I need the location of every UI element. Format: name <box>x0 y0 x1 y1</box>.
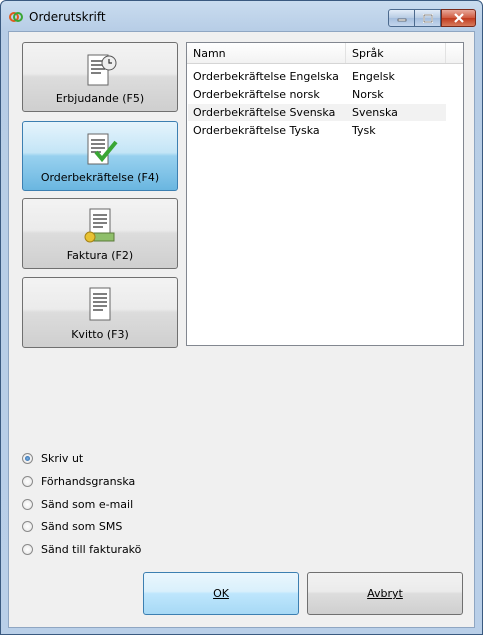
offer-button-label: Erbjudande (F5) <box>55 92 145 105</box>
radio-label: Sänd som SMS <box>41 519 123 533</box>
receipt-button[interactable]: Kvitto (F3) <box>22 277 178 348</box>
minimize-icon <box>397 18 406 22</box>
ok-button[interactable]: OK <box>143 572 299 615</box>
maximize-icon <box>422 13 433 23</box>
close-button[interactable] <box>441 9 476 27</box>
radio-label: Sänd som e-mail <box>41 497 134 511</box>
ok-button-label: OK <box>213 587 229 600</box>
column-divider[interactable] <box>345 43 346 63</box>
offer-button[interactable]: Erbjudande (F5) <box>22 42 178 112</box>
list-item-selected[interactable]: Orderbekräftelse Svenska Svenska <box>188 104 446 121</box>
radio-print[interactable]: Skriv ut <box>22 450 83 466</box>
title-bar[interactable]: Orderutskrift <box>1 1 482 31</box>
dialog-client-area: Erbjudande (F5) Orderbekräftelse (F4) Fa… <box>8 31 475 628</box>
list-item-name: Orderbekräftelse Tyska <box>193 124 320 137</box>
radio-indicator[interactable] <box>22 498 33 510</box>
order-confirmation-button[interactable]: Orderbekräftelse (F4) <box>22 121 178 191</box>
radio-label: Skriv ut <box>41 451 84 465</box>
cancel-button[interactable]: Avbryt <box>307 572 463 615</box>
clock-document-icon <box>87 54 117 86</box>
radio-label: Förhandsgranska <box>41 474 136 488</box>
dialog-window: Orderutskrift Erbjudande (F5) Orderbekrä… <box>0 0 483 635</box>
receipt-document-icon <box>89 287 111 321</box>
list-header: Namn Språk <box>187 43 463 64</box>
list-item[interactable]: Orderbekräftelse Tyska Tysk <box>188 122 446 139</box>
radio-indicator[interactable] <box>22 543 33 555</box>
list-item-name: Orderbekräftelse norsk <box>193 88 320 101</box>
check-document-icon <box>87 133 118 165</box>
radio-invoice-queue[interactable]: Sänd till fakturakö <box>22 541 141 557</box>
invoice-button-label: Faktura (F2) <box>66 249 134 262</box>
invoice-button[interactable]: Faktura (F2) <box>22 198 178 269</box>
money-document-icon <box>84 208 115 243</box>
order-confirmation-button-label: Orderbekräftelse (F4) <box>40 171 160 184</box>
maximize-button[interactable] <box>415 9 441 27</box>
list-item-language: Norsk <box>352 88 384 101</box>
list-item[interactable]: Orderbekräftelse Engelska Engelsk <box>188 68 446 85</box>
list-item-language: Svenska <box>352 106 398 119</box>
radio-indicator-checked[interactable] <box>22 452 33 464</box>
close-icon <box>453 13 464 23</box>
column-header-name[interactable]: Namn <box>193 47 226 60</box>
list-item-name: Orderbekräftelse Svenska <box>193 106 336 119</box>
list-item-name: Orderbekräftelse Engelska <box>193 70 339 83</box>
window-title: Orderutskrift <box>29 10 106 24</box>
radio-email[interactable]: Sänd som e-mail <box>22 496 133 512</box>
list-item-language: Engelsk <box>352 70 395 83</box>
radio-indicator[interactable] <box>22 475 33 487</box>
app-logo-icon <box>9 12 23 22</box>
receipt-button-label: Kvitto (F3) <box>71 328 129 341</box>
template-list[interactable]: Namn Språk Orderbekräftelse Engelska Eng… <box>186 42 464 346</box>
radio-sms[interactable]: Sänd som SMS <box>22 518 122 534</box>
cancel-button-label: Avbryt <box>367 587 403 600</box>
minimize-button[interactable] <box>388 9 415 27</box>
radio-indicator[interactable] <box>22 520 33 532</box>
column-header-language[interactable]: Språk <box>352 47 384 60</box>
list-item-language: Tysk <box>352 124 376 137</box>
radio-label: Sänd till fakturakö <box>41 542 142 556</box>
column-divider[interactable] <box>445 43 446 63</box>
list-item[interactable]: Orderbekräftelse norsk Norsk <box>188 86 446 103</box>
radio-preview[interactable]: Förhandsgranska <box>22 473 135 489</box>
